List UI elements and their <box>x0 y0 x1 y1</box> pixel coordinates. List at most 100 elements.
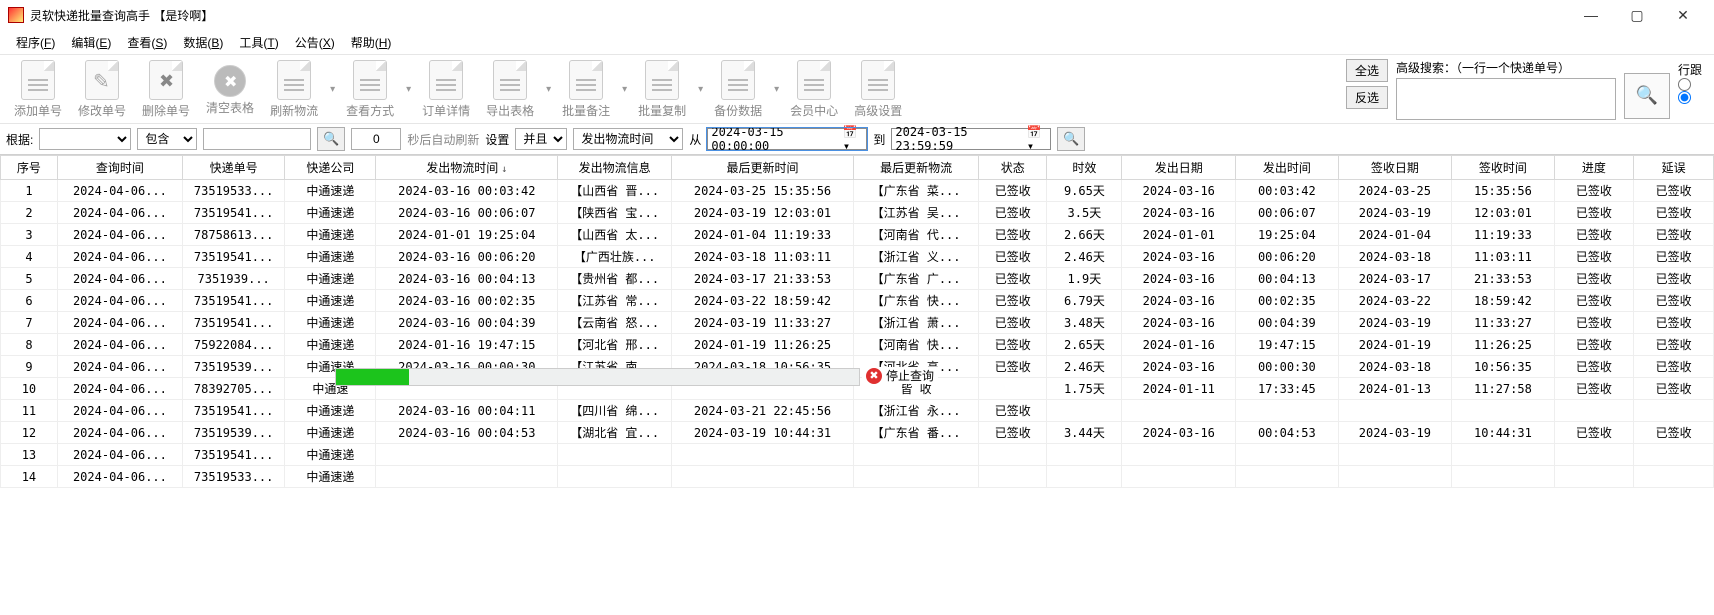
minimize-button[interactable]: — <box>1568 1 1614 29</box>
column-header[interactable]: 序号 <box>1 156 58 180</box>
time-field-combo[interactable]: 发出物流时间 <box>573 128 683 150</box>
from-datetime-picker[interactable]: 2024-03-15 00:00:00 📅▾ <box>707 128 867 150</box>
cell-rt: 11:33:27 <box>1452 312 1554 334</box>
dropdown-arrow[interactable]: ▾ <box>542 84 554 95</box>
column-header[interactable]: 发出物流信息 <box>558 156 672 180</box>
adv-search-button[interactable]: 🔍 <box>1624 73 1670 119</box>
batch-copy-button[interactable]: 批量复制 <box>630 58 694 121</box>
menu-s[interactable]: 查看(S) <box>121 32 173 53</box>
radio-option-2[interactable] <box>1678 91 1702 104</box>
menu-h[interactable]: 帮助(H) <box>345 32 398 53</box>
order-detail-button[interactable]: 订单详情 <box>414 58 478 121</box>
table-row[interactable]: 52024-04-06...7351939...中通速递2024-03-16 0… <box>1 268 1714 290</box>
table-row[interactable]: 42024-04-06...73519541...中通速递2024-03-16 … <box>1 246 1714 268</box>
to-label: 到 <box>873 131 885 148</box>
cell-ul: 【浙江省 萧... <box>854 312 979 334</box>
dropdown-arrow[interactable]: ▾ <box>402 84 414 95</box>
dropdown-arrow[interactable]: ▾ <box>326 84 338 95</box>
column-header[interactable]: 快递单号 <box>182 156 284 180</box>
column-header[interactable]: 发出物流时间↓ <box>376 156 558 180</box>
refresh-logistics-button[interactable]: 刷新物流 <box>262 58 326 121</box>
radio-option-1[interactable] <box>1678 78 1702 91</box>
time-filter-search-button[interactable]: 🔍 <box>1057 127 1085 151</box>
backup-data-button[interactable]: 备份数据 <box>706 58 770 121</box>
menu-x[interactable]: 公告(X) <box>289 32 341 53</box>
filter-text-input[interactable] <box>203 128 311 150</box>
toolbar-icon <box>149 60 183 100</box>
operator-combo[interactable]: 包含 <box>137 128 197 150</box>
menu-e[interactable]: 编辑(E) <box>65 32 117 53</box>
join-combo[interactable]: 并且 <box>515 128 567 150</box>
column-header[interactable]: 最后更新物流 <box>854 156 979 180</box>
column-header[interactable]: 查询时间 <box>57 156 182 180</box>
dropdown-arrow[interactable]: ▾ <box>770 84 782 95</box>
member-center-button[interactable]: 会员中心 <box>782 58 846 121</box>
column-header[interactable]: 延误 <box>1634 156 1714 180</box>
column-header[interactable]: 发出时间 <box>1236 156 1338 180</box>
close-button[interactable]: ✕ <box>1660 1 1706 29</box>
cell-rd <box>1338 400 1452 422</box>
table-row[interactable]: 142024-04-06...73519533...中通速递 <box>1 466 1714 488</box>
cell-rt: 11:26:25 <box>1452 334 1554 356</box>
lookup-method-button[interactable]: 查看方式 <box>338 58 402 121</box>
adv-search-textarea[interactable] <box>1396 78 1616 120</box>
table-row[interactable]: 122024-04-06...73519539...中通速递2024-03-16… <box>1 422 1714 444</box>
batch-remark-button[interactable]: 批量备注 <box>554 58 618 121</box>
filter-search-button[interactable]: 🔍 <box>317 127 345 151</box>
cell-st: 2024-03-16 00:04:53 <box>376 422 558 444</box>
to-datetime-picker[interactable]: 2024-03-15 23:59:59 📅▾ <box>891 128 1051 150</box>
cell-ut: 2024-01-19 11:26:25 <box>672 334 854 356</box>
advanced-settings-button[interactable]: 高级设置 <box>846 58 910 121</box>
column-header[interactable]: 快递公司 <box>285 156 376 180</box>
settings-link[interactable]: 设置 <box>485 131 509 148</box>
modify-tracking-button[interactable]: 修改单号 <box>70 58 134 121</box>
cell-si: 【云南省 怒... <box>558 312 672 334</box>
delete-tracking-button[interactable]: 删除单号 <box>134 58 198 121</box>
cell-stat: 已签收 <box>979 202 1047 224</box>
table-row[interactable]: 32024-04-06...78758613...中通速递2024-01-01 … <box>1 224 1714 246</box>
table-row[interactable]: 82024-04-06...75922084...中通速递2024-01-16 … <box>1 334 1714 356</box>
cell-rt: 12:03:01 <box>1452 202 1554 224</box>
cell-qt: 2024-04-06... <box>57 290 182 312</box>
column-header[interactable]: 发出日期 <box>1122 156 1236 180</box>
table-row[interactable]: 132024-04-06...73519541...中通速递 <box>1 444 1714 466</box>
cell-prog: 已签收 <box>1554 312 1634 334</box>
results-table[interactable]: 序号查询时间快递单号快递公司发出物流时间↓发出物流信息最后更新时间最后更新物流状… <box>0 155 1714 488</box>
table-row[interactable]: 22024-04-06...73519541...中通速递2024-03-16 … <box>1 202 1714 224</box>
table-row[interactable]: 112024-04-06...73519541...中通速递2024-03-16… <box>1 400 1714 422</box>
cell-delay <box>1634 466 1714 488</box>
cell-ut: 2024-03-19 11:33:27 <box>672 312 854 334</box>
invert-selection-button[interactable]: 反选 <box>1346 86 1388 109</box>
dropdown-arrow[interactable]: ▾ <box>694 84 706 95</box>
add-tracking-button[interactable]: 添加单号 <box>6 58 70 121</box>
select-all-button[interactable]: 全选 <box>1346 59 1388 82</box>
cell-stm: 00:06:20 <box>1236 246 1338 268</box>
cell-delay: 已签收 <box>1634 312 1714 334</box>
menu-b[interactable]: 数据(B) <box>177 32 229 53</box>
cell-eff: 6.79天 <box>1047 290 1122 312</box>
menu-t[interactable]: 工具(T) <box>233 32 284 53</box>
column-header[interactable]: 签收时间 <box>1452 156 1554 180</box>
column-header[interactable]: 进度 <box>1554 156 1634 180</box>
column-header[interactable]: 时效 <box>1047 156 1122 180</box>
maximize-button[interactable]: ▢ <box>1614 1 1660 29</box>
dropdown-arrow[interactable]: ▾ <box>618 84 630 95</box>
cell-delay: 已签收 <box>1634 290 1714 312</box>
column-header[interactable]: 状态 <box>979 156 1047 180</box>
column-header[interactable]: 最后更新时间 <box>672 156 854 180</box>
export-table-button[interactable]: 导出表格 <box>478 58 542 121</box>
table-row[interactable]: 62024-04-06...73519541...中通速递2024-03-16 … <box>1 290 1714 312</box>
basis-combo[interactable] <box>39 128 131 150</box>
clear-table-button[interactable]: 清空表格 <box>198 60 262 118</box>
cell-tn: 73519533... <box>182 180 284 202</box>
table-row[interactable]: 12024-04-06...73519533...中通速递2024-03-16 … <box>1 180 1714 202</box>
menu-f[interactable]: 程序(F) <box>10 32 61 53</box>
table-row[interactable]: 72024-04-06...73519541...中通速递2024-03-16 … <box>1 312 1714 334</box>
refresh-counter: 0 <box>351 128 401 150</box>
toolbar-label: 修改单号 <box>78 102 126 119</box>
cell-si: 【江苏省 常... <box>558 290 672 312</box>
column-header[interactable]: 签收日期 <box>1338 156 1452 180</box>
cell-qt: 2024-04-06... <box>57 466 182 488</box>
cell-prog: 已签收 <box>1554 334 1634 356</box>
stop-query-button[interactable]: ✖ 停止查询 <box>862 367 938 384</box>
